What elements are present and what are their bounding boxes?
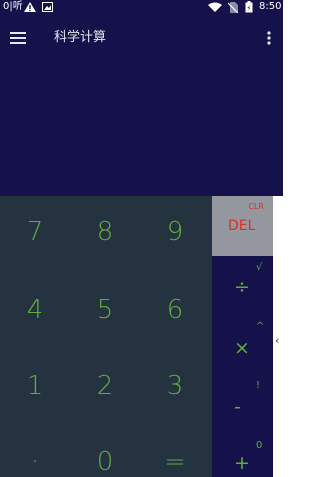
calculator-app: 0|听 ⚡ 8:50 科学计算 7 8 9 4 5 6 1 2 3 · 0 = … bbox=[0, 0, 283, 477]
factorial-label: ! bbox=[256, 380, 261, 391]
delete-label: DEL bbox=[228, 218, 256, 234]
clear-label[interactable]: CLR bbox=[248, 202, 264, 211]
key-1[interactable]: 1 bbox=[0, 350, 70, 422]
alt-zero-label: 0 bbox=[256, 440, 263, 451]
delete-button[interactable]: CLR DEL bbox=[212, 196, 273, 256]
key-7[interactable]: 7 bbox=[0, 196, 70, 268]
key-0[interactable]: 0 bbox=[70, 426, 140, 477]
wifi-icon bbox=[208, 2, 222, 12]
image-icon bbox=[42, 2, 53, 12]
key-6[interactable]: 6 bbox=[140, 274, 210, 346]
key-decimal-point[interactable]: · bbox=[0, 426, 70, 477]
carrier-label: 0|听 bbox=[3, 1, 23, 12]
operator-column: CLR DEL ÷ √ × ^ - ! + 0 bbox=[212, 196, 273, 477]
subtract-label: - bbox=[234, 396, 241, 418]
page-title: 科学计算 bbox=[54, 30, 107, 45]
chevron-left-icon[interactable]: ‹ bbox=[275, 334, 279, 347]
warning-icon bbox=[24, 2, 36, 12]
key-3[interactable]: 3 bbox=[140, 350, 210, 422]
subtract-button[interactable]: - ! bbox=[212, 374, 273, 431]
add-button[interactable]: + 0 bbox=[212, 432, 273, 477]
no-sim-icon bbox=[228, 2, 238, 13]
status-bar: 0|听 ⚡ 8:50 bbox=[0, 0, 283, 14]
divide-button[interactable]: ÷ √ bbox=[212, 258, 273, 315]
key-8[interactable]: 8 bbox=[70, 196, 140, 268]
add-label: + bbox=[234, 452, 250, 474]
key-4[interactable]: 4 bbox=[0, 274, 70, 346]
power-label: ^ bbox=[256, 321, 265, 332]
battery-icon: ⚡ bbox=[245, 1, 253, 13]
numeric-keypad: 7 8 9 4 5 6 1 2 3 · 0 = bbox=[0, 196, 212, 477]
app-toolbar: 科学计算 bbox=[0, 14, 283, 62]
key-5[interactable]: 5 bbox=[70, 274, 140, 346]
key-9[interactable]: 9 bbox=[140, 196, 210, 268]
hamburger-menu-icon[interactable] bbox=[10, 32, 26, 44]
multiply-label: × bbox=[234, 337, 250, 359]
svg-text:⚡: ⚡ bbox=[247, 5, 252, 13]
sqrt-label: √ bbox=[256, 262, 263, 273]
key-equals[interactable]: = bbox=[140, 426, 210, 477]
calculator-display bbox=[0, 62, 283, 196]
status-time: 8:50 bbox=[259, 1, 282, 12]
divide-label: ÷ bbox=[234, 276, 250, 298]
key-2[interactable]: 2 bbox=[70, 350, 140, 422]
multiply-button[interactable]: × ^ bbox=[212, 317, 273, 374]
more-vertical-icon[interactable] bbox=[267, 31, 271, 45]
